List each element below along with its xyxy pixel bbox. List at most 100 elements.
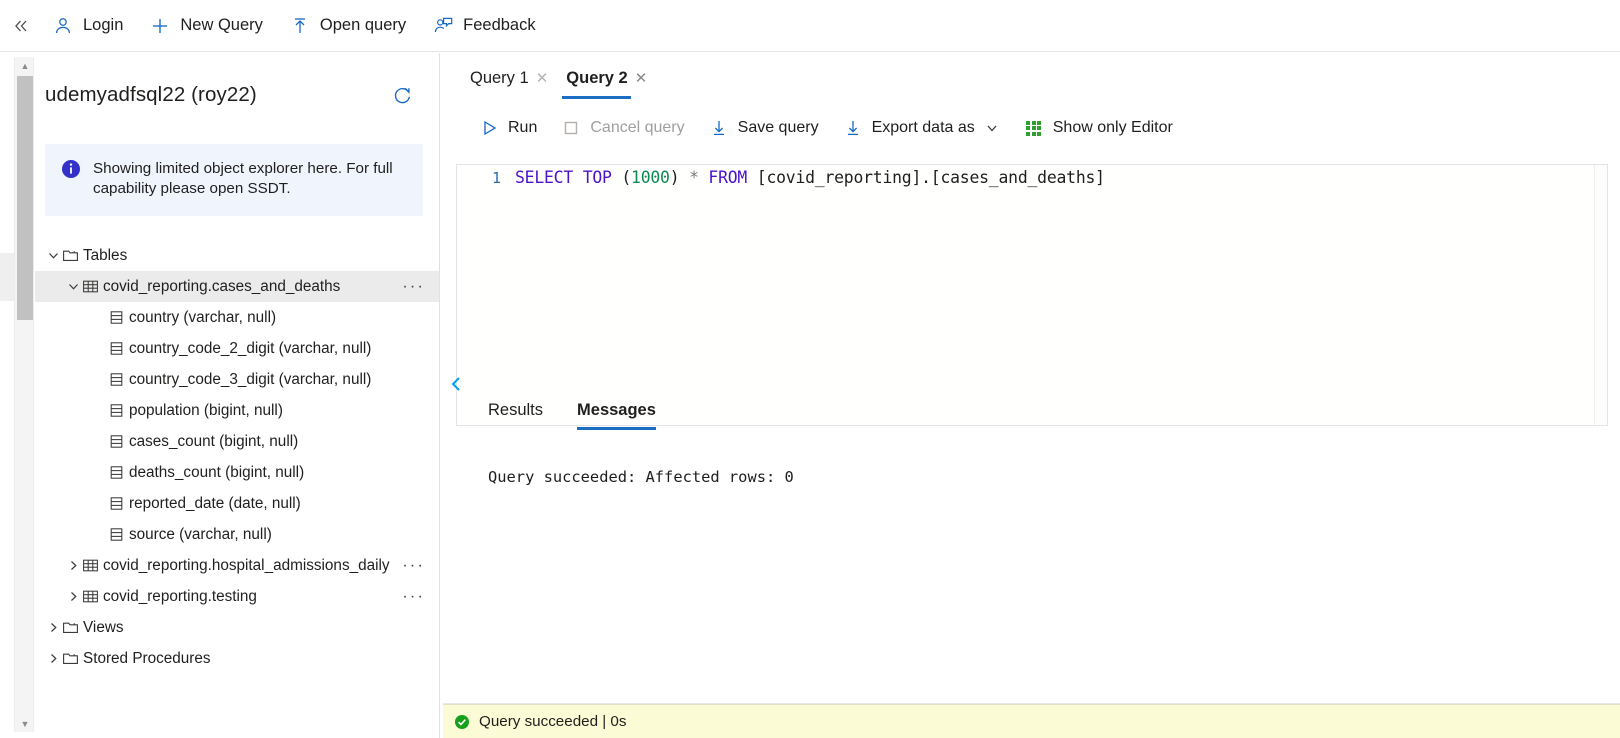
tree-item[interactable]: source (varchar, null): [35, 519, 439, 550]
results-tab-strip: Results Messages: [488, 401, 656, 430]
more-options-icon[interactable]: ···: [402, 550, 425, 581]
tree-item[interactable]: covid_reporting.testing ···: [35, 581, 439, 612]
person-icon: [52, 15, 74, 37]
refresh-icon[interactable]: [387, 80, 417, 110]
line-number: 1: [491, 169, 501, 187]
tab-messages-label: Messages: [577, 401, 656, 419]
feedback-button[interactable]: Feedback: [420, 6, 547, 46]
more-options-icon[interactable]: ···: [402, 581, 425, 612]
tree-item-label: Views: [83, 618, 124, 636]
sql-token-keyword: FROM: [708, 168, 748, 187]
chevron-right-icon[interactable]: [65, 558, 81, 574]
tab-results-label: Results: [488, 401, 544, 419]
column-icon: [107, 525, 126, 544]
tree-item[interactable]: reported_date (date, null): [35, 488, 439, 519]
tree-item[interactable]: Tables: [35, 240, 439, 271]
chevron-down-icon[interactable]: [65, 279, 81, 295]
sql-code-line[interactable]: SELECT TOP (1000) * FROM [covid_reportin…: [515, 165, 1105, 191]
folder-icon: [61, 649, 80, 668]
folder-icon: [61, 618, 80, 637]
sql-token-keyword: SELECT: [515, 168, 574, 187]
table-icon: [81, 556, 100, 575]
query-tab-strip: Query 1 ✕ Query 2 ✕: [443, 53, 1620, 101]
chevron-down-icon[interactable]: [45, 248, 61, 264]
tree-item[interactable]: covid_reporting.hospital_admissions_dail…: [35, 550, 439, 581]
column-icon: [107, 494, 126, 513]
login-button[interactable]: Login: [40, 6, 135, 46]
close-icon[interactable]: ✕: [635, 71, 648, 86]
status-bar: Query succeeded | 0s: [443, 704, 1620, 738]
tree-item[interactable]: country_code_2_digit (varchar, null): [35, 333, 439, 364]
person-feedback-icon: [432, 15, 454, 37]
tree-item[interactable]: covid_reporting.cases_and_deaths ···: [35, 271, 439, 302]
sql-token-plain: [573, 168, 583, 187]
tab-query-1[interactable]: Query 1 ✕: [464, 55, 554, 101]
tab-query-2[interactable]: Query 2 ✕: [560, 55, 653, 101]
login-label: Login: [83, 16, 124, 34]
play-icon: [479, 118, 499, 138]
tree-item-label: covid_reporting.hospital_admissions_dail…: [103, 556, 390, 574]
pane-divider[interactable]: [439, 53, 440, 738]
object-explorer-panel: udemyadfsql22 (roy22) Showing limited ob…: [35, 53, 439, 738]
plus-icon: [149, 15, 171, 37]
save-query-label: Save query: [737, 119, 819, 136]
tree-item[interactable]: population (bigint, null): [35, 395, 439, 426]
tree-item[interactable]: Views: [35, 612, 439, 643]
sql-token-plain: ): [669, 168, 690, 187]
export-data-as-button[interactable]: Export data as: [833, 111, 1010, 145]
tree-item[interactable]: deaths_count (bigint, null): [35, 457, 439, 488]
sql-token-plain: [covid_reporting].[cases_and_deaths]: [747, 168, 1105, 187]
run-button[interactable]: Run: [469, 111, 547, 145]
success-check-icon: [453, 713, 470, 730]
scrollbar-thumb[interactable]: [17, 76, 33, 320]
chevron-right-icon[interactable]: [65, 589, 81, 605]
close-icon[interactable]: ✕: [536, 71, 549, 86]
new-query-button[interactable]: New Query: [137, 6, 275, 46]
status-bar-text: Query succeeded | 0s: [479, 713, 627, 730]
show-only-editor-label: Show only Editor: [1052, 119, 1173, 136]
chevron-left-icon[interactable]: [445, 371, 467, 397]
tree-item[interactable]: country_code_3_digit (varchar, null): [35, 364, 439, 395]
info-icon: [61, 159, 81, 179]
cancel-query-label: Cancel query: [590, 119, 685, 136]
tree-item[interactable]: Stored Procedures: [35, 643, 439, 674]
info-banner: Showing limited object explorer here. Fo…: [45, 144, 423, 216]
table-icon: [81, 277, 100, 296]
editor-vertical-scrollbar[interactable]: [1594, 165, 1607, 425]
scroll-down-arrow-icon[interactable]: ▼: [15, 715, 35, 732]
left-edge-tab: [0, 253, 15, 301]
tab-query-2-label: Query 2: [566, 68, 628, 87]
page-vertical-scrollbar[interactable]: ▲ ▼: [14, 57, 34, 732]
double-chevron-left-icon[interactable]: [4, 9, 38, 43]
tree-item[interactable]: cases_count (bigint, null): [35, 426, 439, 457]
tab-messages[interactable]: Messages: [577, 401, 656, 430]
show-only-editor-button[interactable]: Show only Editor: [1014, 111, 1183, 145]
open-query-button[interactable]: Open query: [277, 6, 418, 46]
chevron-right-icon[interactable]: [45, 620, 61, 636]
open-query-label: Open query: [319, 16, 407, 34]
save-query-button[interactable]: Save query: [699, 111, 829, 145]
column-icon: [107, 432, 126, 451]
page-title: udemyadfsql22 (roy22): [45, 83, 257, 106]
tab-results[interactable]: Results: [488, 401, 543, 430]
tree-item-label: covid_reporting.cases_and_deaths: [103, 277, 341, 295]
column-icon: [107, 370, 126, 389]
tree-item-label: cases_count (bigint, null): [129, 432, 299, 450]
sql-token-plain: (: [611, 168, 632, 187]
editor-line: 1 SELECT TOP (1000) * FROM [covid_report…: [457, 165, 1607, 191]
folder-icon: [61, 246, 80, 265]
stop-square-icon: [561, 118, 581, 138]
tree-item-label: country_code_2_digit (varchar, null): [129, 339, 372, 357]
sql-token-operator: *: [689, 168, 699, 187]
chevron-down-icon[interactable]: [984, 120, 1000, 136]
more-options-icon[interactable]: ···: [402, 271, 425, 302]
tree-item[interactable]: country (varchar, null): [35, 302, 439, 333]
sql-token-keyword: TOP: [582, 168, 612, 187]
tree-item-label: Stored Procedures: [83, 649, 211, 667]
messages-output: Query succeeded: Affected rows: 0: [488, 468, 794, 486]
scroll-up-arrow-icon[interactable]: ▲: [15, 57, 35, 74]
chevron-right-icon[interactable]: [45, 651, 61, 667]
tree-item-label: country_code_3_digit (varchar, null): [129, 370, 372, 388]
sql-editor[interactable]: 1 SELECT TOP (1000) * FROM [covid_report…: [456, 164, 1608, 426]
new-query-label: New Query: [180, 16, 263, 34]
